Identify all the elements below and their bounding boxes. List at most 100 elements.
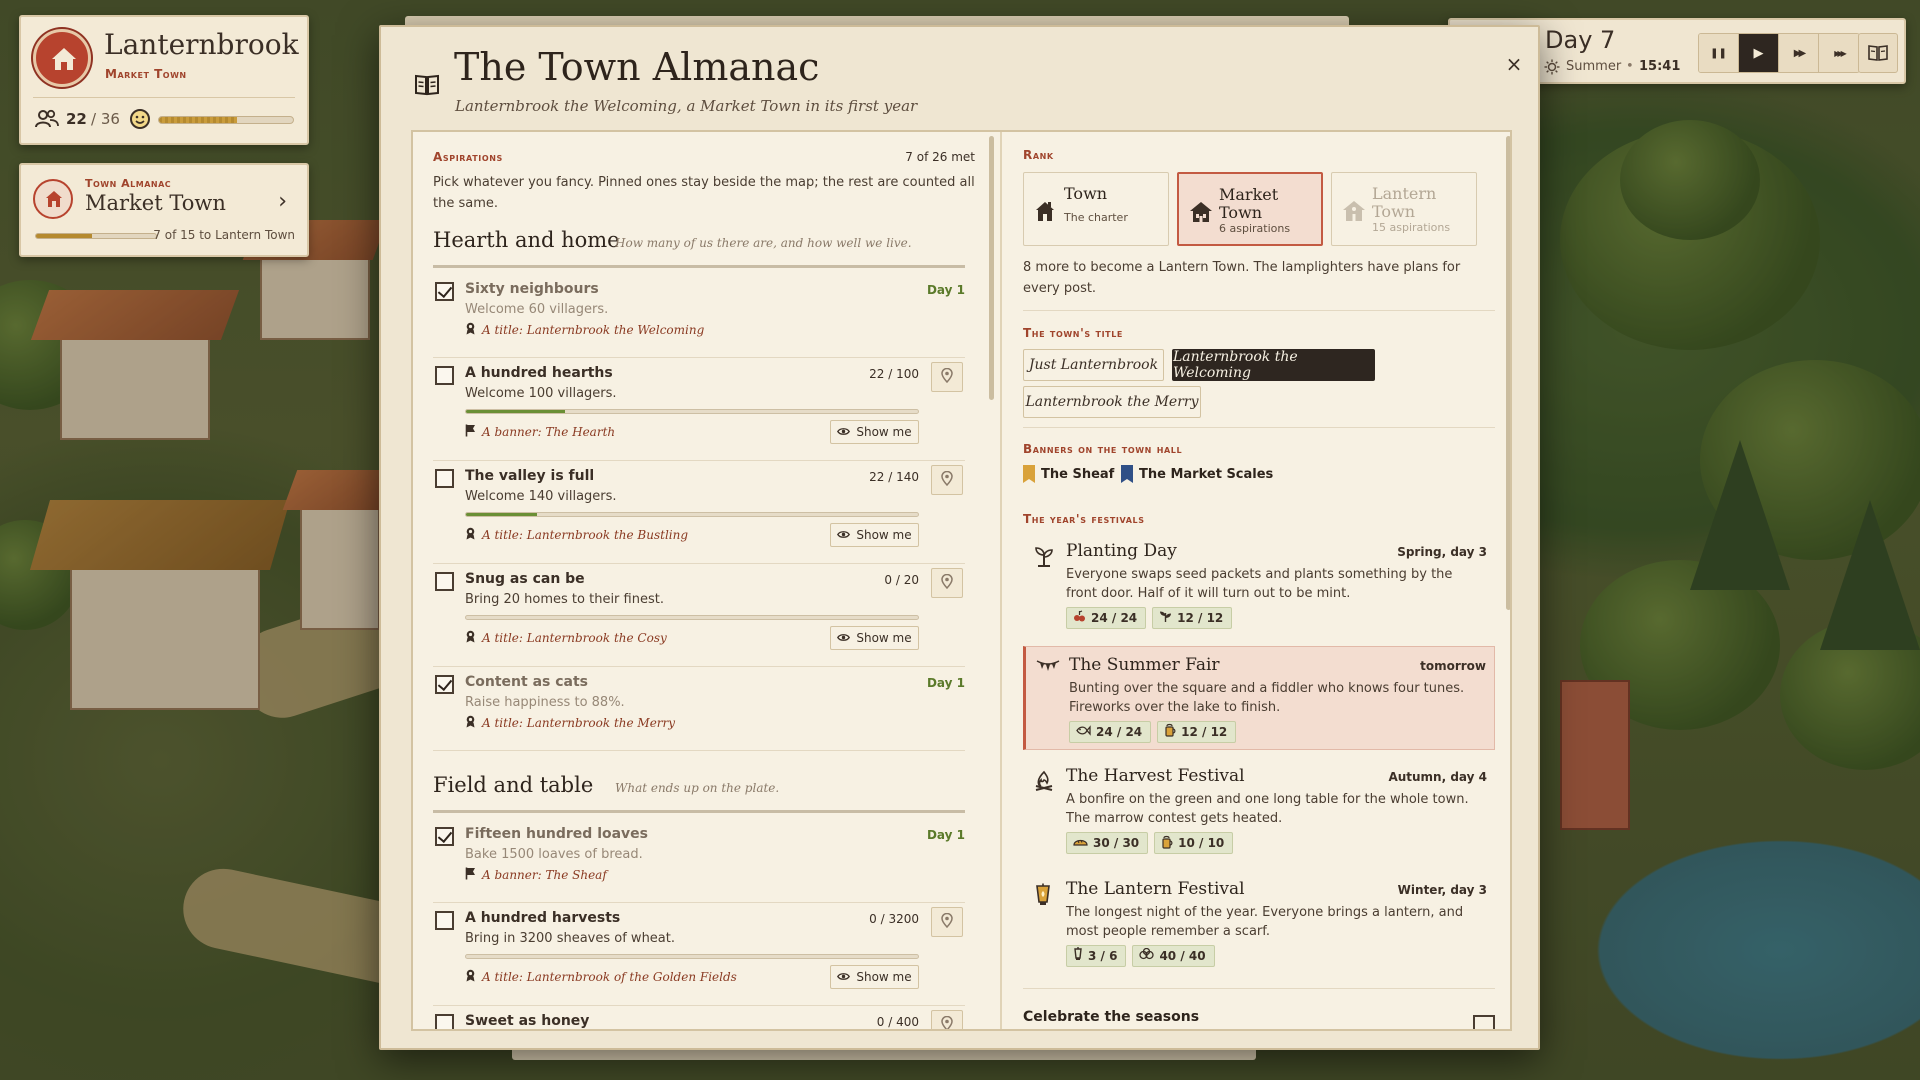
aspiration-reward: A title: Lanternbrook the Bustling bbox=[465, 527, 688, 543]
aspiration-row[interactable]: Snug as can be Bring 20 homes to their f… bbox=[433, 564, 965, 667]
fast-forward-button[interactable]: ▶▶ bbox=[1779, 34, 1819, 72]
aspiration-progress-bar bbox=[465, 615, 919, 620]
festival-name: The Summer Fair bbox=[1069, 654, 1220, 675]
aspiration-row[interactable]: Sixty neighbours Welcome 60 villagers. D… bbox=[433, 274, 965, 358]
festival-date: tomorrow bbox=[1420, 658, 1486, 673]
show-me-button[interactable]: Show me bbox=[830, 420, 919, 444]
fastest-forward-button[interactable]: ▶▶▶ bbox=[1819, 34, 1859, 72]
aspirations-scrollbar[interactable] bbox=[989, 136, 994, 400]
aspiration-row[interactable]: A hundred hearths Welcome 100 villagers.… bbox=[433, 358, 965, 461]
berries-icon bbox=[1073, 610, 1086, 626]
aspiration-reward: A banner: The Hearth bbox=[465, 424, 615, 440]
reward-text: A banner: The Sheaf bbox=[482, 868, 607, 882]
aspiration-row[interactable]: A hundred harvests Bring in 3200 sheaves… bbox=[433, 903, 965, 1006]
play-button[interactable]: ▶ bbox=[1739, 34, 1779, 72]
reward-text: A title: Lanternbrook the Bustling bbox=[482, 528, 689, 542]
almanac-shortcut-card[interactable]: Town Almanac Market Town › 7 of 15 to La… bbox=[19, 163, 309, 257]
festival-description: A bonfire on the green and one long tabl… bbox=[1066, 792, 1469, 826]
aspiration-checkbox[interactable] bbox=[435, 572, 454, 591]
aspiration-title: A hundred harvests bbox=[465, 910, 621, 926]
close-button[interactable]: × bbox=[1499, 49, 1529, 79]
eye-icon bbox=[837, 528, 851, 542]
cider-icon bbox=[1164, 723, 1176, 740]
aspiration-description: Raise happiness to 88%. bbox=[465, 695, 625, 710]
map-pin-icon bbox=[941, 912, 953, 932]
aspiration-status: Day 1 bbox=[926, 676, 965, 690]
festival-name: Planting Day bbox=[1066, 541, 1177, 561]
map-pin-icon bbox=[941, 367, 953, 387]
town-title-option[interactable]: Lanternbrook the Welcoming bbox=[1172, 349, 1375, 381]
aspiration-checkbox[interactable] bbox=[435, 282, 454, 301]
aspiration-checkbox[interactable] bbox=[435, 366, 454, 385]
aspiration-checkbox[interactable] bbox=[435, 911, 454, 930]
banner-swatch-icon bbox=[1023, 465, 1035, 483]
aspiration-title: Fifteen hundred loaves bbox=[465, 826, 649, 842]
aspiration-description: Welcome 140 villagers. bbox=[465, 489, 617, 504]
rank-heading: Rank bbox=[1023, 148, 1054, 162]
festival-entry[interactable]: The Summer Fair tomorrow Bunting over th… bbox=[1023, 645, 1495, 750]
town-title-option[interactable]: Just Lanternbrook bbox=[1023, 349, 1164, 381]
pin-button[interactable] bbox=[931, 568, 963, 598]
show-me-button[interactable]: Show me bbox=[830, 523, 919, 547]
aspiration-checkbox[interactable] bbox=[435, 1014, 454, 1029]
town-title-option[interactable]: Lanternbrook the Merry bbox=[1023, 386, 1201, 418]
pin-button[interactable] bbox=[931, 362, 963, 392]
aspiration-progress-fill bbox=[466, 513, 537, 516]
festival-entry[interactable]: The Harvest Festival Autumn, day 4 A bon… bbox=[1023, 758, 1495, 862]
festival-name: The Harvest Festival bbox=[1066, 766, 1245, 786]
aspiration-row[interactable]: Content as cats Raise happiness to 88%. … bbox=[433, 667, 965, 751]
show-me-button[interactable]: Show me bbox=[830, 965, 919, 989]
aspiration-row[interactable]: The valley is full Welcome 140 villagers… bbox=[433, 461, 965, 564]
map-pin-icon bbox=[941, 1015, 953, 1029]
town-hall-icon bbox=[33, 179, 73, 219]
aspiration-title: Snug as can be bbox=[465, 571, 585, 587]
book-icon bbox=[1868, 45, 1888, 61]
aspiration-checkbox[interactable] bbox=[435, 469, 454, 488]
aspiration-row[interactable]: Sweet as honey 0 / 400 bbox=[433, 1006, 965, 1029]
chevron-right-icon[interactable]: › bbox=[278, 189, 287, 214]
aspirations-list[interactable]: Aspirations 7 of 26 met Pick whatever yo… bbox=[413, 132, 991, 1029]
town-hall-banner: The Sheaf bbox=[1023, 465, 1114, 483]
festival-entry[interactable]: Planting Day Spring, day 3 Everyone swap… bbox=[1023, 533, 1495, 637]
rank-tier-requirement: 15 aspirations bbox=[1372, 221, 1451, 234]
details-scrollbar[interactable] bbox=[1506, 136, 1510, 610]
fish-icon bbox=[1076, 724, 1091, 739]
festival-date: Spring, day 3 bbox=[1397, 545, 1487, 559]
title-rosette-icon bbox=[465, 527, 476, 543]
population-count: 22 bbox=[66, 110, 87, 128]
town-summary-card[interactable]: Lanternbrook Market Town 22 / 36 bbox=[19, 15, 309, 145]
aspiration-reward: A title: Lanternbrook the Merry bbox=[465, 715, 675, 731]
aspiration-row[interactable]: Fifteen hundred loaves Bake 1500 loaves … bbox=[433, 819, 965, 903]
pin-button[interactable] bbox=[931, 1010, 963, 1029]
almanac-book-button[interactable] bbox=[1858, 33, 1898, 73]
festival-name: The Lantern Festival bbox=[1066, 878, 1245, 899]
aspiration-checkbox[interactable] bbox=[435, 827, 454, 846]
pin-button[interactable] bbox=[931, 465, 963, 495]
festival-requirement: 12 / 12 bbox=[1152, 607, 1233, 629]
aspiration-title: Sweet as honey bbox=[465, 1013, 590, 1029]
banner-name: The Sheaf bbox=[1041, 466, 1115, 482]
festival-requirement: 3 / 6 bbox=[1066, 944, 1127, 967]
celebrate-seasons-checkbox[interactable] bbox=[1473, 1015, 1495, 1029]
festival-requirement: 24 / 24 bbox=[1069, 720, 1152, 743]
banner-name: The Market Scales bbox=[1139, 466, 1274, 482]
title-rosette-icon bbox=[465, 322, 476, 338]
aspiration-progress-bar bbox=[465, 954, 919, 959]
festival-entry[interactable]: The Lantern Festival Winter, day 3 The l… bbox=[1023, 871, 1495, 975]
aspiration-checkbox[interactable] bbox=[435, 675, 454, 694]
section-title: Field and table bbox=[433, 773, 594, 797]
celebrate-seasons-label: Celebrate the seasons bbox=[1023, 1009, 1200, 1025]
speed-controls: ❚❚ ▶ ▶▶ ▶▶▶ bbox=[1698, 33, 1860, 73]
show-me-button[interactable]: Show me bbox=[830, 626, 919, 650]
festival-requirements: 24 / 24 12 / 12 bbox=[1069, 720, 1237, 743]
season-label: Summer bbox=[1566, 59, 1622, 74]
happiness-fill bbox=[159, 117, 237, 123]
pin-button[interactable] bbox=[931, 907, 963, 937]
town-emblem-icon bbox=[33, 29, 91, 87]
rank-tier-requirement: The charter bbox=[1064, 211, 1128, 224]
festival-requirement: 12 / 12 bbox=[1157, 720, 1237, 743]
pause-button[interactable]: ❚❚ bbox=[1699, 34, 1739, 72]
villagers-icon bbox=[35, 109, 59, 128]
bonfire-icon bbox=[1033, 770, 1055, 796]
reward-text: A title: Lanternbrook the Cosy bbox=[482, 631, 667, 645]
